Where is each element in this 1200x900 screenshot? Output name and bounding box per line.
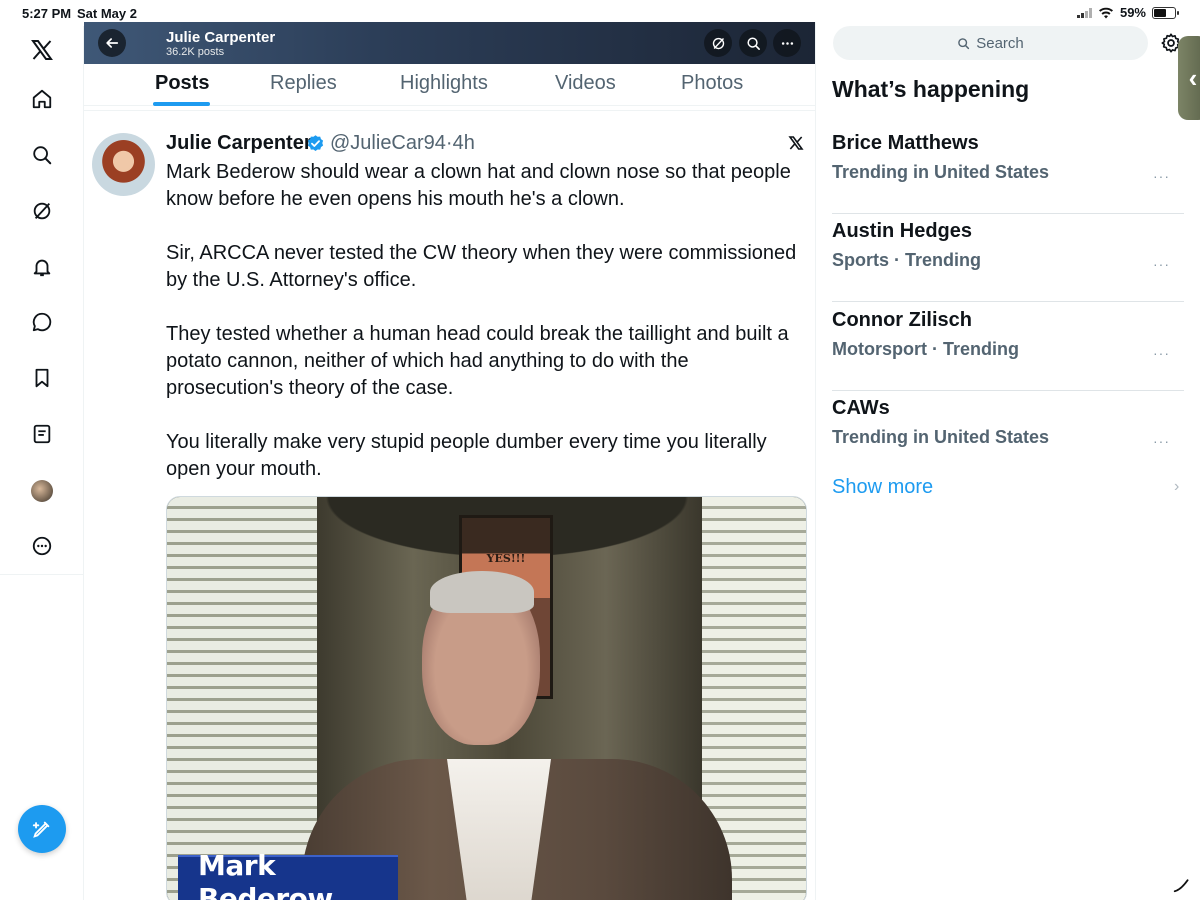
lower-third-name: Mark Bederow	[198, 849, 333, 900]
cellular-signal-icon	[1076, 7, 1092, 18]
tweet-paragraph: They tested whether a human head could b…	[166, 323, 789, 399]
profile-name: Julie Carpenter	[166, 29, 276, 46]
trend-meta: Trending in United States	[832, 427, 1050, 447]
tweet-handle-text: @JulieCar94	[330, 132, 446, 154]
sidebar-pull-tab[interactable]: ‹	[1178, 36, 1200, 120]
tab-photos[interactable]: Photos	[681, 72, 743, 95]
trend-name: Brice Matthews	[832, 132, 979, 154]
poster-text: YES!!!	[486, 552, 526, 565]
trend-item[interactable]: Austin Hedges Sports · Trending ···	[832, 220, 1184, 308]
tweet-author-avatar[interactable]	[92, 133, 155, 196]
chevron-right-icon: ›	[1174, 478, 1180, 495]
trend-item[interactable]: CAWs Trending in United States ···	[832, 397, 1184, 485]
tweet-paragraph: You literally make very stupid people du…	[166, 431, 767, 480]
messages-icon[interactable]	[28, 308, 56, 336]
x-logo-icon	[788, 135, 804, 156]
bookmarks-icon[interactable]	[28, 364, 56, 392]
profile-avatar-icon[interactable]	[31, 480, 53, 502]
trend-more-icon[interactable]: ···	[1153, 168, 1170, 184]
status-date: Sat May 2	[77, 6, 137, 21]
tweet-time: 4h	[452, 132, 475, 154]
trend-name: CAWs	[832, 397, 890, 419]
trend-item[interactable]: Connor Zilisch Motorsport · Trending ···	[832, 309, 1184, 397]
more-icon[interactable]	[28, 532, 56, 560]
tab-highlights[interactable]: Highlights	[400, 72, 488, 95]
right-sidebar: Search ‹ What’s happening Brice Matthews…	[816, 22, 1200, 900]
compose-post-button[interactable]	[18, 805, 66, 853]
tweet-author-handle[interactable]: @JulieCar94·4h	[330, 132, 475, 155]
profile-header: Julie Carpenter 36.2K posts	[84, 22, 815, 64]
profile-tabs: Posts Replies Highlights Videos Photos	[84, 64, 815, 106]
status-time: 5:27 PM	[22, 6, 72, 21]
trend-divider	[832, 390, 1184, 391]
back-button[interactable]	[98, 29, 126, 57]
search-profile-button[interactable]	[739, 29, 767, 57]
nav-divider	[0, 574, 84, 575]
video-person-hair	[430, 571, 534, 613]
grok-button[interactable]	[704, 29, 732, 57]
trend-meta: Motorsport · Trending	[832, 339, 1019, 359]
tweet-paragraph: Mark Bederow should wear a clown hat and…	[166, 161, 791, 210]
lists-icon[interactable]	[28, 420, 56, 448]
trend-more-icon[interactable]: ···	[1153, 345, 1170, 361]
chevron-left-icon: ‹	[1188, 62, 1198, 93]
arrow-left-icon	[106, 38, 119, 48]
battery-percent: 59%	[1119, 5, 1146, 20]
trend-meta: Sports · Trending	[832, 250, 982, 270]
search-icon	[746, 36, 760, 50]
tweet-video[interactable]: YES!!! Mark Bederow	[166, 496, 807, 900]
tweet-author-name[interactable]: Julie Carpenter	[166, 132, 312, 155]
trend-divider	[832, 213, 1184, 214]
profile-post-count: 36.2K posts	[166, 46, 225, 58]
search-icon	[958, 37, 970, 49]
battery-icon	[1152, 6, 1179, 19]
tab-videos[interactable]: Videos	[555, 72, 616, 95]
show-more-link[interactable]: Show more	[832, 476, 933, 499]
tab-posts[interactable]: Posts	[155, 72, 209, 95]
trend-name: Austin Hedges	[832, 220, 973, 242]
grok-icon[interactable]	[28, 197, 56, 225]
home-icon[interactable]	[28, 85, 56, 113]
status-indicators: 59%	[1076, 5, 1179, 20]
tweet-paragraph: Sir, ARCCA never tested the CW theory wh…	[166, 242, 797, 291]
tweet-text: Mark Bederow should wear a clown hat and…	[166, 159, 808, 510]
notifications-icon[interactable]	[28, 253, 56, 281]
more-options-button[interactable]	[773, 29, 801, 57]
verified-badge-icon	[307, 135, 324, 152]
search-placeholder: Search	[976, 34, 1024, 52]
whats-happening-title: What’s happening	[832, 76, 1030, 102]
tab-replies[interactable]: Replies	[270, 72, 337, 95]
trend-item[interactable]: Brice Matthews Trending in United States…	[832, 132, 1184, 220]
search-input[interactable]: Search	[833, 26, 1148, 60]
trend-divider	[832, 301, 1184, 302]
left-nav	[0, 26, 84, 900]
active-tab-indicator	[153, 102, 210, 106]
main-column: Julie Carpenter 36.2K posts Posts Replie…	[84, 22, 816, 900]
trend-more-icon[interactable]: ···	[1153, 256, 1170, 272]
trend-more-icon[interactable]: ···	[1153, 433, 1170, 449]
grok-icon	[712, 37, 724, 49]
tweet[interactable]: Julie Carpenter @JulieCar94·4h Mark Bede…	[84, 110, 815, 900]
trend-name: Connor Zilisch	[832, 309, 972, 331]
pencil-indicator-icon	[1173, 879, 1189, 893]
trend-meta: Trending in United States	[832, 162, 1050, 182]
x-logo-icon[interactable]	[28, 36, 56, 64]
more-horizontal-icon	[781, 41, 793, 45]
compose-feather-icon	[32, 821, 50, 838]
video-lower-third: Mark Bederow	[178, 849, 398, 900]
explore-icon[interactable]	[28, 141, 56, 169]
wifi-icon	[1098, 7, 1113, 19]
